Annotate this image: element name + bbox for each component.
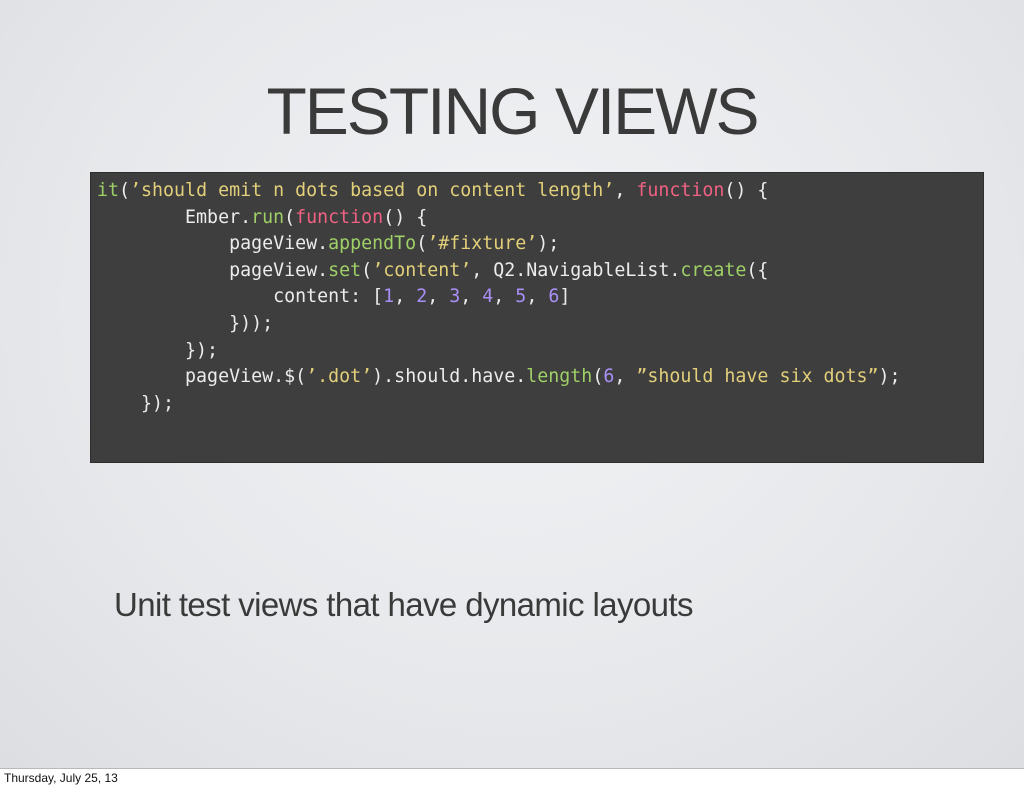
footer-date: Thursday, July 25, 13 bbox=[4, 771, 118, 785]
code-token-fn: create bbox=[680, 259, 747, 281]
code-token-plain: Ember. bbox=[97, 206, 252, 228]
code-token-plain: ] bbox=[559, 286, 571, 308]
code-token-fn: it bbox=[97, 180, 120, 201]
slide-title: TESTING VIEWS bbox=[266, 74, 759, 148]
code-token-plain: ( bbox=[284, 206, 296, 228]
code-token-plain: ({ bbox=[746, 259, 769, 281]
code-line: Ember.run(function() { bbox=[97, 205, 983, 232]
code-block: it(’should emit n dots based on content … bbox=[90, 172, 984, 463]
code-token-fn: length bbox=[526, 366, 593, 388]
code-line: content: [1, 2, 3, 4, 5, 6] bbox=[97, 284, 983, 311]
code-token-kw: function bbox=[295, 206, 384, 228]
code-token-str: ’#fixture’ bbox=[427, 233, 538, 255]
code-token-plain: content: [ bbox=[97, 286, 384, 308]
code-token-num: 6 bbox=[548, 286, 560, 308]
code-line: }); bbox=[97, 391, 983, 418]
code-token-str: ’.dot’ bbox=[306, 366, 373, 388]
code-token-plain: , bbox=[614, 180, 637, 201]
code-token-plain: }); bbox=[97, 339, 219, 361]
code-token-str: ’should emit n dots based on content len… bbox=[130, 180, 615, 201]
code-token-plain: , bbox=[394, 286, 417, 308]
code-token-plain: () { bbox=[724, 180, 769, 201]
code-token-num: 5 bbox=[515, 286, 527, 308]
code-token-plain: , bbox=[460, 286, 483, 308]
code-token-fn: set bbox=[328, 259, 362, 281]
code-line: })); bbox=[97, 311, 983, 338]
code-token-plain: })); bbox=[97, 312, 274, 334]
code-token-plain: ( bbox=[119, 180, 131, 201]
code-line: }); bbox=[97, 338, 983, 365]
slide-subtitle: Unit test views that have dynamic layout… bbox=[114, 586, 693, 623]
code-token-plain: ( bbox=[592, 366, 604, 388]
code-token-str: ’content’ bbox=[372, 259, 472, 281]
code-token-num: 2 bbox=[416, 286, 428, 308]
code-token-plain: pageView.$( bbox=[97, 366, 307, 388]
code-line: it(’should emit n dots based on content … bbox=[97, 178, 983, 205]
code-token-num: 1 bbox=[383, 286, 395, 308]
code-token-plain: , Q2.NavigableList. bbox=[471, 259, 681, 281]
code-token-plain: ).should.have. bbox=[372, 366, 527, 388]
presentation-slide: TESTING VIEWS it(’should emit n dots bas… bbox=[0, 0, 1024, 769]
code-token-plain: pageView. bbox=[97, 233, 329, 255]
code-token-str: ”should have six dots” bbox=[636, 366, 879, 388]
code-token-fn: run bbox=[251, 206, 285, 228]
code-token-plain: pageView. bbox=[97, 259, 329, 281]
code-token-plain: ( bbox=[361, 259, 373, 281]
code-token-num: 4 bbox=[482, 286, 494, 308]
code-line: pageView.appendTo(’#fixture’); bbox=[97, 231, 983, 258]
code-token-plain: , bbox=[493, 286, 516, 308]
code-token-plain: , bbox=[526, 286, 549, 308]
code-token-plain: , bbox=[614, 366, 637, 388]
code-line: pageView.$(’.dot’).should.have.length(6,… bbox=[97, 364, 983, 391]
code-token-kw: function bbox=[636, 180, 725, 201]
code-line: pageView.set(’content’, Q2.NavigableList… bbox=[97, 258, 983, 285]
code-token-num: 3 bbox=[449, 286, 461, 308]
code-token-plain: ); bbox=[537, 233, 560, 255]
code-token-num: 6 bbox=[603, 366, 615, 388]
code-token-plain: }); bbox=[97, 392, 175, 414]
code-token-plain: ); bbox=[878, 366, 901, 388]
code-token-plain: ( bbox=[416, 233, 428, 255]
code-token-fn: appendTo bbox=[328, 233, 417, 255]
code-token-plain: , bbox=[427, 286, 450, 308]
code-token-plain: () { bbox=[383, 206, 428, 228]
